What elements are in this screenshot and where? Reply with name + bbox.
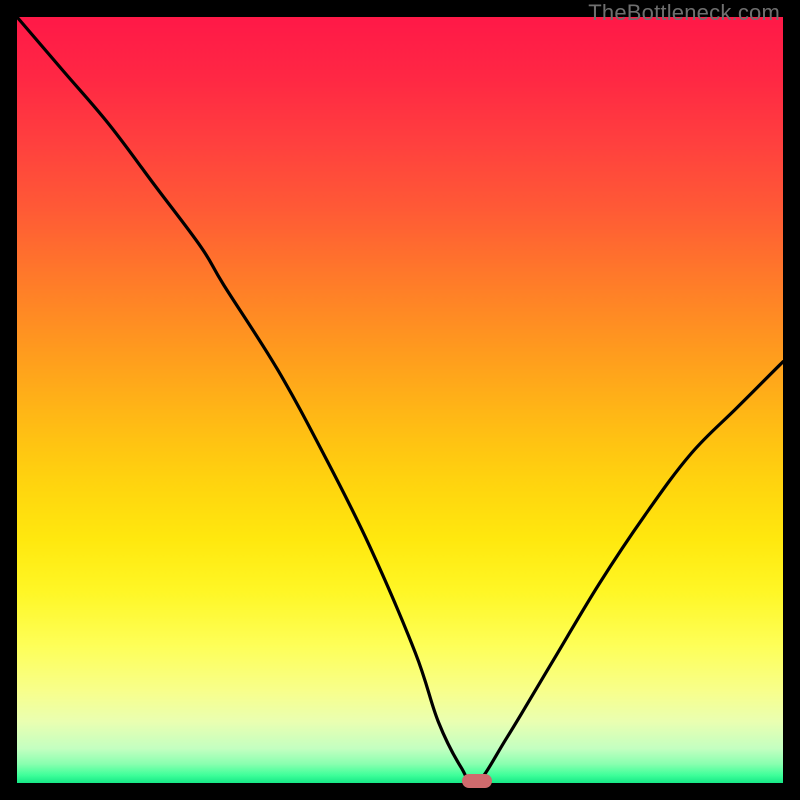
bottleneck-curve-path	[17, 17, 783, 785]
bottleneck-curve-svg	[17, 17, 783, 783]
optimal-point-marker	[462, 774, 492, 788]
chart-frame	[17, 17, 783, 783]
watermark-text: TheBottleneck.com	[588, 0, 780, 26]
